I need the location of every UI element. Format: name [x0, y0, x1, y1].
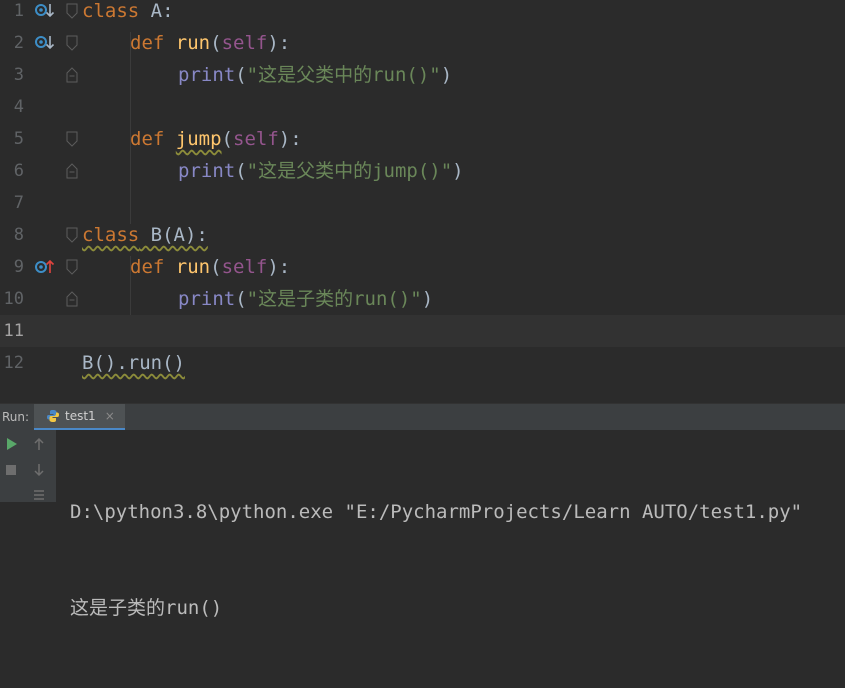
fold-toggle-icon[interactable]	[66, 35, 78, 51]
code-text: print("这是父类中的jump()")	[178, 160, 464, 182]
arrow-down-icon[interactable]	[28, 460, 50, 480]
line-number: 6	[13, 161, 24, 181]
fold-end-icon[interactable]	[66, 67, 78, 83]
code-line[interactable]: 5 def jump(self):	[0, 123, 845, 155]
console-line: 这是子类的run()	[70, 597, 223, 619]
code-text: def jump(self):	[130, 128, 302, 150]
line-number: 9	[13, 257, 24, 277]
soft-wrap-icon[interactable]	[28, 486, 50, 506]
fold-toggle-icon[interactable]	[66, 227, 78, 243]
python-icon	[46, 409, 60, 423]
run-label: Run:	[2, 410, 30, 424]
fold-toggle-icon[interactable]	[66, 259, 78, 275]
fold-toggle-icon[interactable]	[66, 3, 78, 19]
fold-toggle-icon[interactable]	[66, 131, 78, 147]
code-text: class B(A):	[82, 224, 208, 246]
run-toolbar	[0, 430, 56, 502]
stop-icon[interactable]	[0, 460, 22, 480]
run-panel: D:\python3.8\python.exe "E:/PycharmProje…	[0, 430, 845, 619]
run-panel-header: Run: test1 ×	[0, 403, 845, 431]
code-line[interactable]: 9 def run(self):	[0, 251, 845, 283]
run-tab-test1[interactable]: test1 ×	[34, 404, 125, 430]
line-number: 4	[13, 97, 24, 117]
rerun-icon[interactable]	[0, 434, 22, 454]
code-editor[interactable]: 1 class A: 2 def run(self): 3 print("这是父…	[0, 0, 845, 380]
code-text: print("这是子类的run()")	[178, 288, 434, 310]
code-text: B().run()	[82, 352, 185, 374]
line-number: 10	[3, 289, 24, 309]
arrow-up-icon[interactable]	[28, 434, 50, 454]
line-number: 5	[13, 129, 24, 149]
code-text: def run(self):	[130, 256, 291, 278]
line-number: 8	[13, 225, 24, 245]
line-number: 11	[3, 321, 24, 341]
overridden-method-icon[interactable]	[35, 2, 55, 20]
code-line[interactable]: 8 class B(A):	[0, 219, 845, 251]
fold-end-icon[interactable]	[66, 163, 78, 179]
code-line[interactable]: 3 print("这是父类中的run()")	[0, 59, 845, 91]
console-line: D:\python3.8\python.exe "E:/PycharmProje…	[70, 501, 803, 523]
close-icon[interactable]: ×	[105, 409, 115, 423]
code-line[interactable]: 7	[0, 187, 845, 219]
code-line-current[interactable]: 11	[0, 315, 845, 347]
console-output[interactable]: D:\python3.8\python.exe "E:/PycharmProje…	[70, 432, 802, 688]
line-number: 1	[13, 1, 24, 21]
code-line[interactable]: 12 B().run()	[0, 347, 845, 379]
fold-end-icon[interactable]	[66, 291, 78, 307]
code-text: print("这是父类中的run()")	[178, 64, 453, 86]
code-line[interactable]: 6 print("这是父类中的jump()")	[0, 155, 845, 187]
code-line[interactable]: 4	[0, 91, 845, 123]
line-number: 2	[13, 33, 24, 53]
line-number: 7	[13, 193, 24, 213]
run-tab-label: test1	[65, 409, 96, 423]
code-text: def run(self):	[130, 32, 291, 54]
code-line[interactable]: 2 def run(self):	[0, 27, 845, 59]
code-line[interactable]: 1 class A:	[0, 0, 845, 27]
overridden-method-icon[interactable]	[35, 34, 55, 52]
code-line[interactable]: 10 print("这是子类的run()")	[0, 283, 845, 315]
line-number: 3	[13, 65, 24, 85]
line-number: 12	[3, 353, 24, 373]
overrides-method-icon[interactable]	[35, 258, 55, 276]
code-text: class A:	[82, 0, 174, 22]
